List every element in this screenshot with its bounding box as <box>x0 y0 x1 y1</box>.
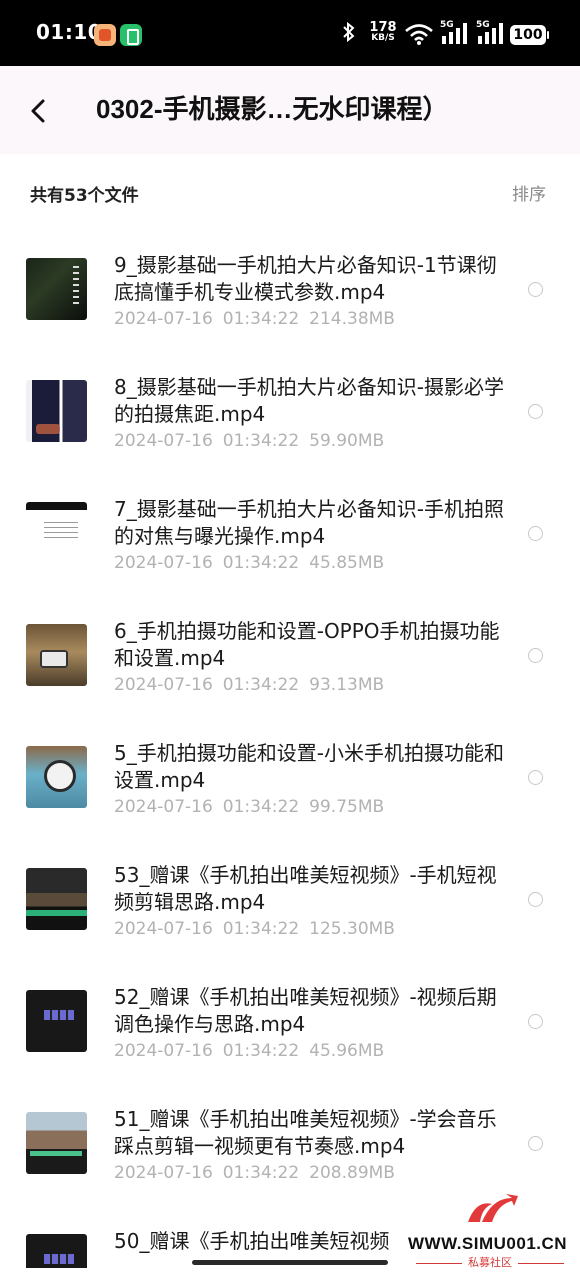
file-name: 6_手机拍摄功能和设置-OPPO手机拍摄功能和设置.mp4 <box>114 619 500 670</box>
file-time: 01:34:22 <box>222 1041 300 1061</box>
video-thumbnail <box>26 1112 87 1174</box>
file-size: 208.89MB <box>309 1163 395 1183</box>
radio-unchecked-icon[interactable] <box>528 282 543 297</box>
radio-unchecked-icon[interactable] <box>528 404 543 419</box>
radio-unchecked-icon[interactable] <box>528 770 543 785</box>
file-date: 2024-07-16 <box>114 431 213 451</box>
signal-icon: 5G <box>440 20 470 50</box>
file-meta: 2024-07-16 01:34:22 208.89MB <box>114 1163 504 1183</box>
file-size: 125.30MB <box>309 919 395 939</box>
file-date: 2024-07-16 <box>114 919 213 939</box>
file-time: 01:34:22 <box>222 675 300 695</box>
file-list-item[interactable]: 8_摄影基础一手机拍大片必备知识-摄影必学的拍摄焦距.mp4 2024-07-16… <box>0 350 580 472</box>
video-thumbnail <box>26 624 87 686</box>
file-time: 01:34:22 <box>222 919 300 939</box>
file-time: 01:34:22 <box>222 309 300 329</box>
file-list-item[interactable]: 53_赠课《手机拍出唯美短视频》-手机短视频剪辑思路.mp4 2024-07-16… <box>0 838 580 960</box>
file-meta: 2024-07-16 01:34:22 99.75MB <box>114 797 504 817</box>
page-title: 0302-手机摄影…无水印课程） <box>96 94 449 124</box>
file-time: 01:34:22 <box>222 1163 300 1183</box>
file-size: 59.90MB <box>309 431 385 451</box>
sim2-5g-label: 5G <box>476 20 490 30</box>
chevron-left-icon <box>31 99 45 123</box>
site-watermark: WWW.SIMU001.CN 私募社区 <box>400 1192 580 1276</box>
video-thumbnail <box>26 380 87 442</box>
file-time: 01:34:22 <box>222 797 300 817</box>
file-name: 53_赠课《手机拍出唯美短视频》-手机短视频剪辑思路.mp4 <box>114 863 497 914</box>
video-thumbnail <box>26 1234 87 1268</box>
file-name: 8_摄影基础一手机拍大片必备知识-摄影必学的拍摄焦距.mp4 <box>114 375 504 426</box>
wifi-icon <box>404 22 434 50</box>
file-size: 214.38MB <box>309 309 395 329</box>
radio-unchecked-icon[interactable] <box>528 526 543 541</box>
file-date: 2024-07-16 <box>114 309 213 329</box>
back-button[interactable] <box>22 94 56 128</box>
file-list-item[interactable]: 9_摄影基础一手机拍大片必备知识-1节课彻底搞懂手机专业模式参数.mp4 2024… <box>0 228 580 350</box>
sim1-5g-label: 5G <box>440 20 454 30</box>
watermark-url: WWW.SIMU001.CN <box>408 1234 568 1253</box>
bluetooth-icon <box>342 20 356 51</box>
status-bar: 01:10 178 KB/S 5G 5G 100 <box>0 0 580 66</box>
file-meta: 2024-07-16 01:34:22 125.30MB <box>114 919 504 939</box>
home-indicator[interactable] <box>192 1260 388 1265</box>
file-meta: 2024-07-16 01:34:22 93.13MB <box>114 675 504 695</box>
radio-unchecked-icon[interactable] <box>528 1014 543 1029</box>
video-thumbnail <box>26 502 87 564</box>
file-date: 2024-07-16 <box>114 797 213 817</box>
video-thumbnail <box>26 746 87 808</box>
file-count-label: 共有53个文件 <box>30 186 139 206</box>
file-date: 2024-07-16 <box>114 1163 213 1183</box>
file-name: 5_手机拍摄功能和设置-小米手机拍摄功能和设置.mp4 <box>114 741 504 792</box>
video-thumbnail <box>26 990 87 1052</box>
file-meta: 2024-07-16 01:34:22 214.38MB <box>114 309 504 329</box>
file-meta: 2024-07-16 01:34:22 59.90MB <box>114 431 504 451</box>
file-size: 93.13MB <box>309 675 385 695</box>
file-name: 51_赠课《手机拍出唯美短视频》-学会音乐踩点剪辑一视频更有节奏感.mp4 <box>114 1107 497 1158</box>
network-speed-value: 178 <box>369 20 397 35</box>
file-list-item[interactable]: 52_赠课《手机拍出唯美短视频》-视频后期调色操作与思路.mp4 2024-07-… <box>0 960 580 1082</box>
file-list-item[interactable]: 51_赠课《手机拍出唯美短视频》-学会音乐踩点剪辑一视频更有节奏感.mp4 202… <box>0 1082 580 1204</box>
file-list-item[interactable]: 7_摄影基础一手机拍大片必备知识-手机拍照的对焦与曝光操作.mp4 2024-07… <box>0 472 580 594</box>
radio-unchecked-icon[interactable] <box>528 1136 543 1151</box>
title-bar: 0302-手机摄影…无水印课程） <box>0 66 580 154</box>
app-notification-icon <box>120 24 142 46</box>
file-name: 7_摄影基础一手机拍大片必备知识-手机拍照的对焦与曝光操作.mp4 <box>114 497 504 548</box>
file-meta: 2024-07-16 01:34:22 45.96MB <box>114 1041 504 1061</box>
status-time: 01:10 <box>36 20 103 44</box>
watermark-subtitle: 私募社区 <box>400 1254 580 1270</box>
taobao-app-icon <box>94 24 116 46</box>
file-meta: 2024-07-16 01:34:22 45.85MB <box>114 553 504 573</box>
file-list-item[interactable]: 5_手机拍摄功能和设置-小米手机拍摄功能和设置.mp4 2024-07-16 01:… <box>0 716 580 838</box>
watermark-logo-icon <box>468 1194 518 1222</box>
file-list-item[interactable]: 6_手机拍摄功能和设置-OPPO手机拍摄功能和设置.mp4 2024-07-16 0… <box>0 594 580 716</box>
file-size: 45.96MB <box>309 1041 385 1061</box>
video-thumbnail <box>26 868 87 930</box>
file-time: 01:34:22 <box>222 553 300 573</box>
file-date: 2024-07-16 <box>114 553 213 573</box>
file-time: 01:34:22 <box>222 431 300 451</box>
file-name: 9_摄影基础一手机拍大片必备知识-1节课彻底搞懂手机专业模式参数.mp4 <box>114 253 497 304</box>
file-list-screen: 01:10 178 KB/S 5G 5G 100 0302-手机摄影…无水印课程… <box>0 0 580 1276</box>
sort-button[interactable]: 排序 <box>512 180 546 205</box>
network-speed-unit: KB/S <box>371 33 395 43</box>
radio-unchecked-icon[interactable] <box>528 648 543 663</box>
network-speed: 178 KB/S <box>368 20 398 44</box>
file-name: 52_赠课《手机拍出唯美短视频》-视频后期调色操作与思路.mp4 <box>114 985 497 1036</box>
file-size: 99.75MB <box>309 797 385 817</box>
video-thumbnail <box>26 258 87 320</box>
file-date: 2024-07-16 <box>114 1041 213 1061</box>
signal-icon: 5G <box>476 20 506 50</box>
file-date: 2024-07-16 <box>114 675 213 695</box>
file-size: 45.85MB <box>309 553 385 573</box>
battery-icon: 100 <box>510 25 549 45</box>
file-list: 9_摄影基础一手机拍大片必备知识-1节课彻底搞懂手机专业模式参数.mp4 2024… <box>0 228 580 1268</box>
radio-unchecked-icon[interactable] <box>528 892 543 907</box>
